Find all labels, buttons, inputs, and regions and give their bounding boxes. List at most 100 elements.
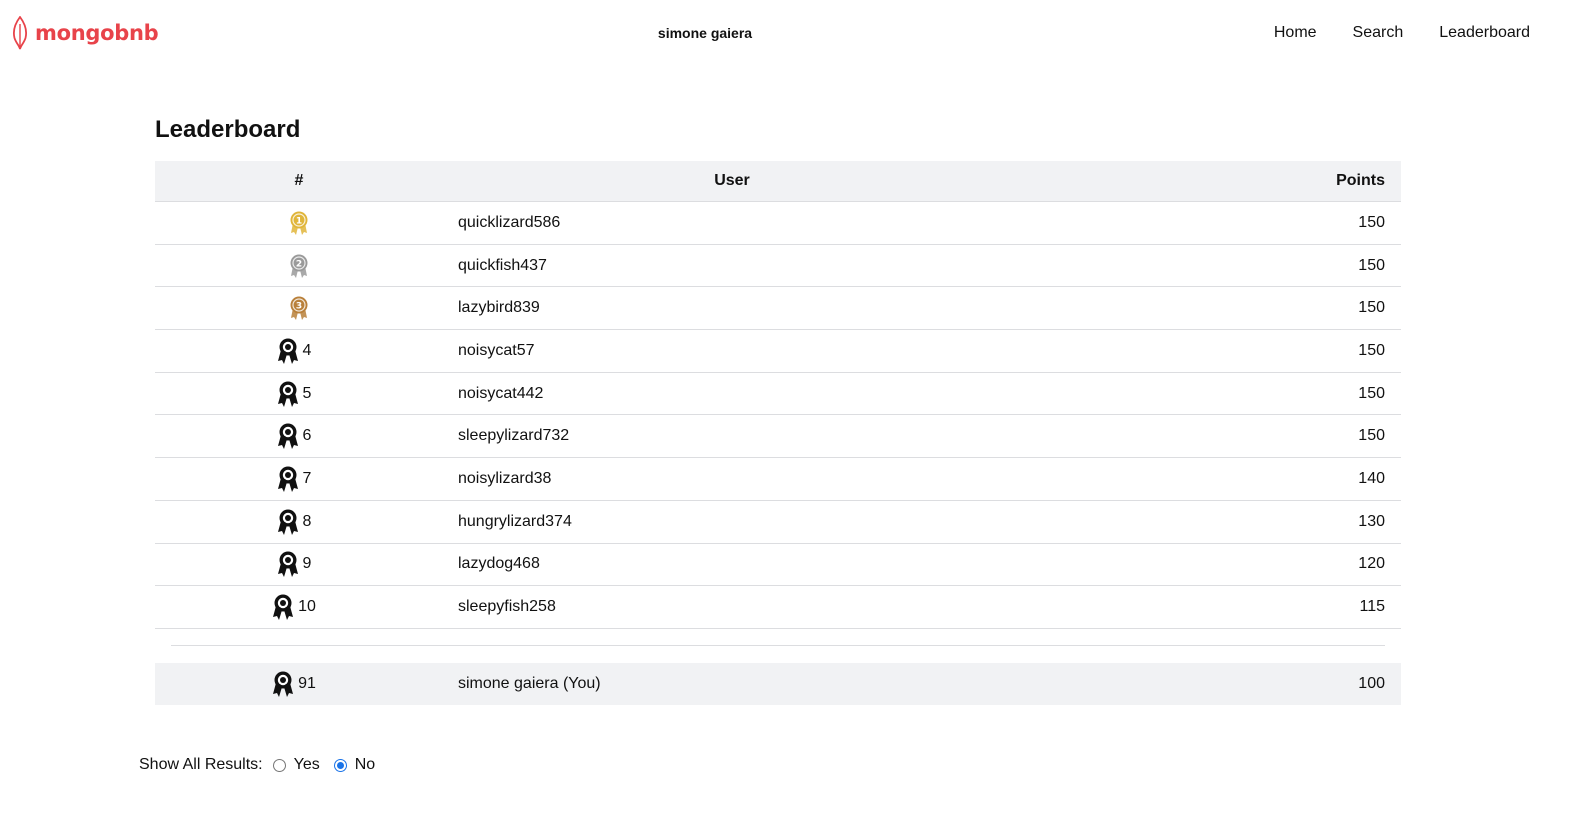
points-cell: 120	[1358, 555, 1385, 573]
table-body: 1 quicklizard586 150 2 quickfish437 150 3 lazyb…	[155, 202, 1401, 629]
username-cell: hungrylizard374	[458, 512, 572, 530]
rank-badge: 8	[277, 509, 312, 535]
points-cell: 150	[1358, 299, 1385, 317]
rank-badge: 2	[288, 253, 310, 279]
rank-badge: 6	[277, 423, 312, 450]
award-ribbon-icon	[272, 671, 294, 697]
points-column-header: Points	[1336, 172, 1385, 189]
username-cell: lazybird839	[458, 299, 540, 317]
svg-text:3: 3	[296, 302, 302, 312]
username-cell: lazydog468	[458, 555, 540, 573]
brand-name: mongobnb	[35, 21, 159, 45]
username-cell: noisycat57	[458, 341, 535, 359]
rank-number: 5	[302, 384, 312, 402]
table-row: 2 quickfish437 150	[155, 245, 1401, 288]
points-cell: 100	[1358, 674, 1385, 692]
radio-yes-circle[interactable]	[272, 758, 286, 772]
table-row: 3 lazybird839 150	[155, 287, 1401, 331]
show-all-filter: Show All Results: Yes No	[139, 756, 389, 774]
award-ribbon-icon	[277, 466, 299, 492]
rank-cell: 3	[155, 295, 443, 321]
award-ribbon-icon	[277, 509, 299, 535]
rank-number: 9	[302, 555, 312, 573]
username-cell: sleepylizard732	[458, 427, 570, 445]
table-row: 6 sleepylizard732 150	[155, 415, 1401, 459]
rank-number: 6	[302, 427, 312, 445]
points-cell: 115	[1359, 598, 1385, 616]
table-row: 8 hungrylizard374 130	[155, 501, 1401, 544]
leaf-icon	[12, 16, 28, 50]
nav-search-link[interactable]: Search	[1353, 24, 1404, 42]
rank-cell: 2	[155, 253, 443, 279]
nav-leaderboard-link[interactable]: Leaderboard	[1439, 24, 1530, 42]
award-ribbon-icon	[277, 551, 299, 578]
radio-no-circle[interactable]	[333, 758, 347, 772]
nav-home-link[interactable]: Home	[1274, 24, 1317, 42]
username-cell: noisylizard38	[458, 469, 552, 487]
rank-cell: 9	[155, 551, 443, 578]
username-cell: quicklizard586	[458, 213, 561, 231]
silver-medal-icon: 2	[288, 253, 310, 279]
bronze-medal-icon: 3	[288, 295, 310, 321]
brand-logo[interactable]: mongobnb	[12, 16, 159, 50]
rank-badge: 3	[288, 295, 310, 321]
rank-badge: 4	[277, 338, 312, 364]
rank-number: 4	[302, 341, 312, 359]
points-cell: 140	[1358, 469, 1385, 487]
svg-text:2: 2	[296, 259, 302, 269]
points-cell: 150	[1358, 384, 1385, 402]
rank-badge: 7	[277, 466, 312, 492]
award-ribbon-icon	[277, 338, 299, 364]
rank-badge: 91	[272, 671, 316, 697]
rank-number: 8	[302, 512, 312, 530]
rank-cell: 91	[155, 671, 443, 697]
rank-cell: 1	[155, 210, 443, 236]
gold-medal-icon: 1	[288, 210, 310, 236]
points-cell: 130	[1358, 512, 1385, 530]
award-ribbon-icon	[272, 594, 294, 621]
points-cell: 150	[1358, 213, 1385, 231]
nav-links: Home Search Leaderboard	[1274, 24, 1530, 42]
rank-cell: 4	[155, 338, 443, 364]
rank-cell: 10	[155, 594, 443, 621]
filter-label: Show All Results:	[139, 756, 263, 773]
rank-badge: 9	[277, 551, 312, 578]
rank-number: 7	[302, 469, 312, 487]
table-row: 10 sleepyfish258 115	[155, 586, 1401, 629]
rank-cell: 7	[155, 466, 443, 492]
username-cell: noisycat442	[458, 384, 544, 402]
rank-badge: 5	[277, 381, 312, 407]
table-row: 1 quicklizard586 150	[155, 202, 1401, 245]
show-all-yes-radio[interactable]: Yes	[272, 756, 320, 774]
points-cell: 150	[1358, 427, 1385, 445]
rank-number: 91	[298, 674, 316, 692]
table-row: 4 noisycat57 150	[155, 330, 1401, 373]
show-all-no-radio[interactable]: No	[333, 756, 376, 774]
table-separator	[155, 629, 1401, 663]
navbar: mongobnb simone gaiera Home Search Leade…	[0, 0, 1570, 66]
current-user-name: simone gaiera	[657, 25, 753, 41]
username-cell: simone gaiera (You)	[458, 674, 601, 692]
page-title: Leaderboard	[155, 116, 301, 143]
rank-badge: 10	[272, 594, 316, 621]
rank-badge: 1	[288, 210, 310, 236]
rank-number: 10	[298, 598, 316, 616]
svg-text:1: 1	[296, 216, 302, 226]
rank-cell: 5	[155, 381, 443, 407]
award-ribbon-icon	[277, 423, 299, 450]
rank-cell: 6	[155, 423, 443, 450]
table-header: # User Points	[155, 161, 1401, 202]
username-cell: quickfish437	[458, 256, 547, 274]
rank-cell: 8	[155, 509, 443, 535]
award-ribbon-icon	[277, 381, 299, 407]
leaderboard-table: # User Points 1 quicklizard586 150 2 quickfi…	[155, 161, 1401, 705]
user-column-header: User	[714, 172, 750, 189]
table-row: 9 lazydog468 120	[155, 544, 1401, 587]
current-user-row: 91 simone gaiera (You) 100	[155, 662, 1401, 705]
radio-no-label: No	[354, 756, 376, 773]
table-row: 7 noisylizard38 140	[155, 458, 1401, 501]
points-cell: 150	[1358, 341, 1385, 359]
radio-yes-label: Yes	[293, 756, 320, 773]
points-cell: 150	[1358, 256, 1385, 274]
username-cell: sleepyfish258	[458, 598, 556, 616]
